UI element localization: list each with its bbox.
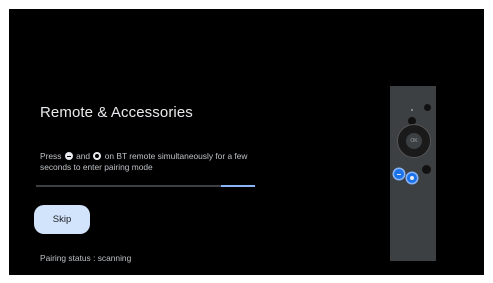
remote-indicator-dot [411, 109, 413, 111]
power-button-icon [424, 104, 431, 111]
pairing-instructions: Press and on BT remote simultaneously fo… [40, 151, 272, 172]
pairing-progress-bar [36, 185, 255, 187]
ok-button: OK [406, 133, 422, 149]
skip-button[interactable]: Skip [34, 205, 90, 234]
remote-home-button-icon [407, 173, 417, 183]
instructions-text-2: and [76, 151, 91, 161]
home-button-icon [93, 152, 102, 160]
remote-illustration: OK [390, 86, 436, 261]
instructions-text-1: Press [40, 151, 62, 161]
tv-screen: Remote & Accessories Press and on BT rem… [9, 9, 484, 275]
tv-button-icon [422, 165, 431, 174]
remote-minus-button-icon [394, 169, 404, 179]
pairing-status: Pairing status : scanning [40, 253, 132, 263]
page-title: Remote & Accessories [40, 104, 193, 121]
dpad-icon: OK [397, 124, 431, 158]
progress-indicator [221, 185, 255, 187]
minus-button-icon [64, 152, 73, 160]
